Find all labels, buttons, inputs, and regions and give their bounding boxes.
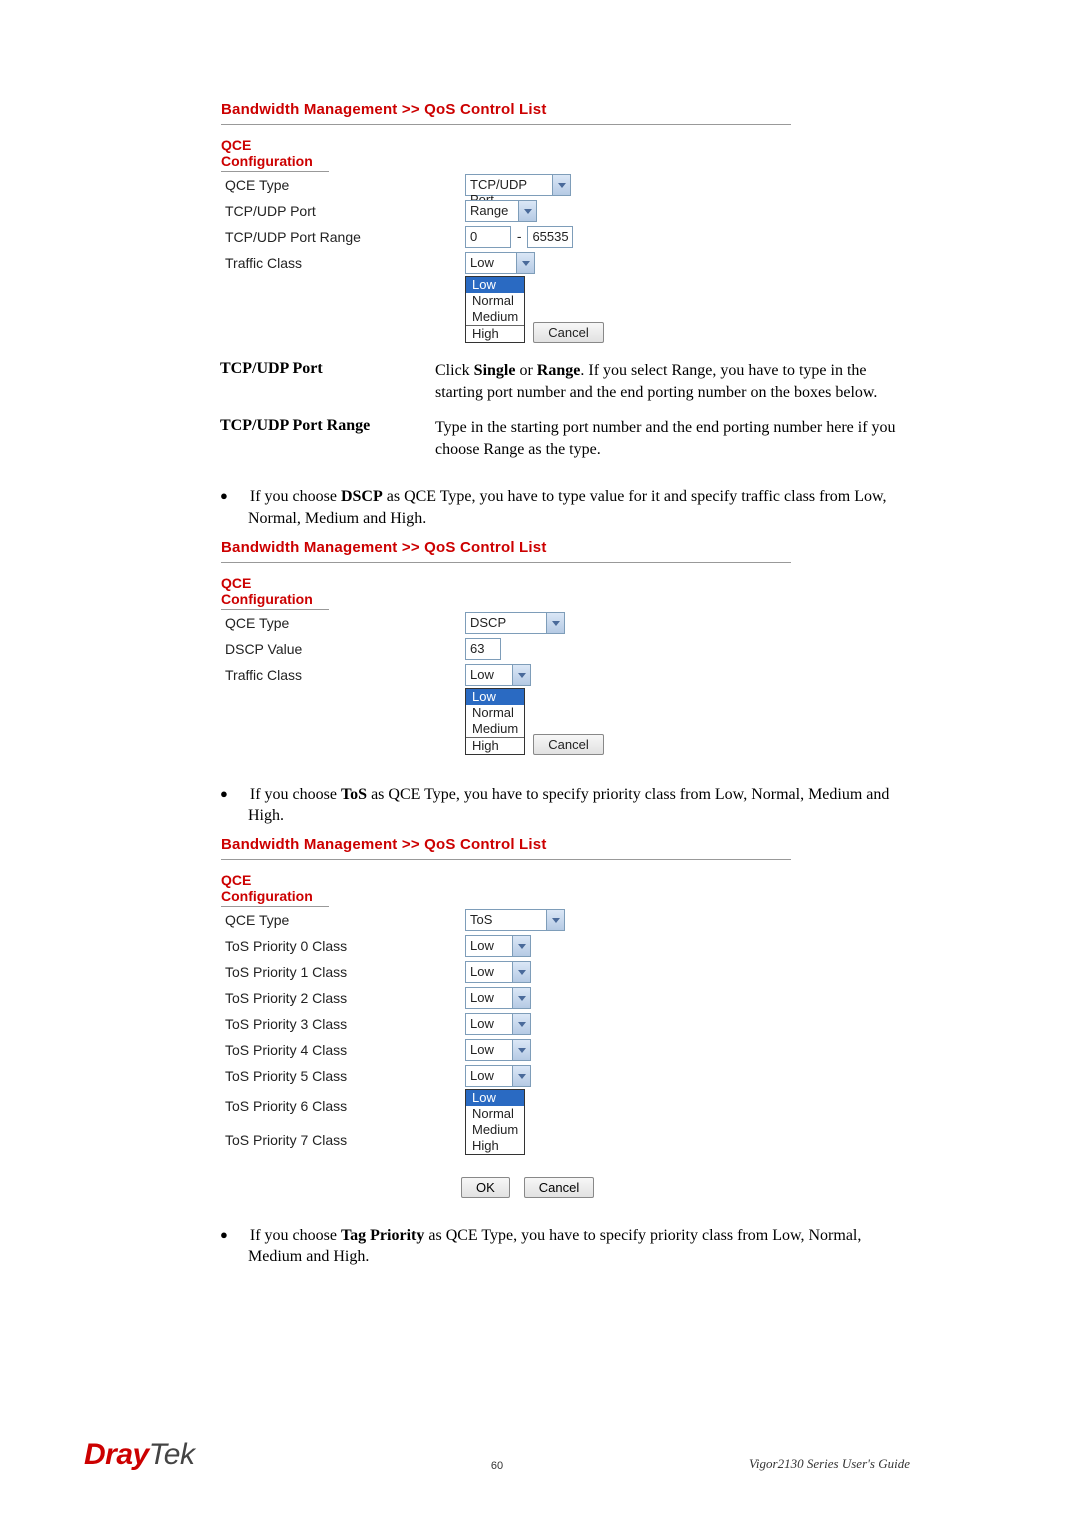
port-range-from-input[interactable]: 0 [465, 226, 511, 248]
option-normal[interactable]: Normal [466, 705, 524, 721]
page-footer: DrayTek 60 Vigor2130 Series User's Guide [84, 1438, 910, 1472]
row-label: ToS Priority 5 Class [221, 1063, 461, 1089]
tos-class-select[interactable]: Low [465, 987, 531, 1009]
tcpudp-port-select[interactable]: Range [465, 200, 537, 222]
option-medium[interactable]: Medium [466, 309, 524, 325]
chevron-down-icon [512, 936, 530, 956]
tos-class-select[interactable]: Low [465, 1039, 531, 1061]
tos-class-select[interactable]: Low [465, 935, 531, 957]
bullet-paragraph: If you choose ToS as QCE Type, you have … [220, 784, 910, 827]
traffic-class-dropdown-open[interactable]: Low Normal Medium High [465, 688, 525, 755]
tos-class-select[interactable]: Low [465, 1013, 531, 1035]
dscp-value-input[interactable]: 63 [465, 638, 501, 660]
qce-type-select[interactable]: DSCP [465, 612, 565, 634]
option-medium[interactable]: Medium [466, 721, 524, 737]
chevron-down-icon [546, 910, 564, 930]
cancel-button[interactable]: Cancel [533, 322, 603, 343]
chevron-down-icon [546, 613, 564, 633]
tos-class-select[interactable]: Low [465, 961, 531, 983]
traffic-class-dropdown-open[interactable]: Low Normal Medium High [465, 276, 525, 343]
traffic-class-select[interactable]: Low [465, 252, 535, 274]
page-number: 60 [491, 1460, 503, 1472]
description-text: Click Single or Range. If you select Ran… [435, 360, 910, 403]
bullet-paragraph: If you choose DSCP as QCE Type, you have… [220, 486, 910, 529]
chevron-down-icon [518, 201, 536, 221]
tos-class-dropdown-open[interactable]: Low Normal Medium High [465, 1089, 525, 1155]
config-table: QCE Type DSCP DSCP Value 63 Traff [221, 610, 851, 757]
config-table: QCE Type ToS ToS Priority 0 ClassLow ToS… [221, 907, 851, 1157]
breadcrumb: Bandwidth Management >> QoS Control List [221, 836, 791, 860]
row-label: Traffic Class [221, 250, 461, 276]
row-label: TCP/UDP Port Range [221, 224, 461, 250]
brand-logo: DrayTek [84, 1438, 194, 1472]
qce-type-select[interactable]: ToS [465, 909, 565, 931]
description-text: Type in the starting port number and the… [435, 417, 910, 460]
row-label: ToS Priority 4 Class [221, 1037, 461, 1063]
section-title: QCE Configuration [221, 137, 329, 172]
row-label: ToS Priority 1 Class [221, 959, 461, 985]
breadcrumb: Bandwidth Management >> QoS Control List [221, 101, 791, 125]
description-term: TCP/UDP Port Range [220, 417, 435, 460]
cancel-button[interactable]: Cancel [524, 1177, 594, 1198]
option-medium[interactable]: Medium [466, 1122, 524, 1138]
row-label: TCP/UDP Port [221, 198, 461, 224]
row-label: ToS Priority 3 Class [221, 1011, 461, 1037]
qce-type-select[interactable]: TCP/UDP Port [465, 174, 571, 196]
chevron-down-icon [552, 175, 570, 195]
row-label: QCE Type [221, 172, 461, 198]
chevron-down-icon [516, 253, 534, 273]
row-label: DSCP Value [221, 636, 461, 662]
row-label: ToS Priority 0 Class [221, 933, 461, 959]
row-label: ToS Priority 6 Class [221, 1089, 461, 1123]
row-label: Traffic Class [221, 662, 461, 688]
traffic-class-select[interactable]: Low [465, 664, 531, 686]
option-high[interactable]: High [466, 1138, 524, 1154]
bullet-paragraph: If you choose Tag Priority as QCE Type, … [220, 1225, 910, 1268]
option-low[interactable]: Low [466, 689, 524, 705]
option-normal[interactable]: Normal [466, 293, 524, 309]
row-label: ToS Priority 2 Class [221, 985, 461, 1011]
chevron-down-icon [512, 988, 530, 1008]
port-range-to-input[interactable]: 65535 [527, 226, 573, 248]
screenshot-panel-tcpudp: Bandwidth Management >> QoS Control List… [220, 100, 910, 346]
chevron-down-icon [512, 962, 530, 982]
breadcrumb: Bandwidth Management >> QoS Control List [221, 539, 791, 563]
description-row: TCP/UDP Port Range Type in the starting … [220, 417, 910, 460]
chevron-down-icon [512, 1066, 530, 1086]
option-low[interactable]: Low [466, 277, 524, 293]
screenshot-panel-tos: Bandwidth Management >> QoS Control List… [220, 835, 910, 1199]
row-label: ToS Priority 7 Class [221, 1123, 461, 1157]
option-low[interactable]: Low [466, 1090, 524, 1106]
section-title: QCE Configuration [221, 872, 329, 907]
tos-class-select[interactable]: Low [465, 1065, 531, 1087]
section-title: QCE Configuration [221, 575, 329, 610]
ok-button[interactable]: OK [461, 1177, 510, 1198]
chevron-down-icon [512, 665, 530, 685]
row-label: QCE Type [221, 907, 461, 933]
option-high[interactable]: High [466, 325, 524, 342]
option-high[interactable]: High [466, 737, 524, 754]
screenshot-panel-dscp: Bandwidth Management >> QoS Control List… [220, 538, 910, 758]
guide-title: Vigor2130 Series User's Guide [749, 1456, 910, 1472]
option-normal[interactable]: Normal [466, 1106, 524, 1122]
chevron-down-icon [512, 1014, 530, 1034]
row-label: QCE Type [221, 610, 461, 636]
cancel-button[interactable]: Cancel [533, 734, 603, 755]
chevron-down-icon [512, 1040, 530, 1060]
description-term: TCP/UDP Port [220, 360, 435, 403]
config-table: QCE Type TCP/UDP Port TCP/UDP Port Range [221, 172, 851, 345]
description-row: TCP/UDP Port Click Single or Range. If y… [220, 360, 910, 403]
